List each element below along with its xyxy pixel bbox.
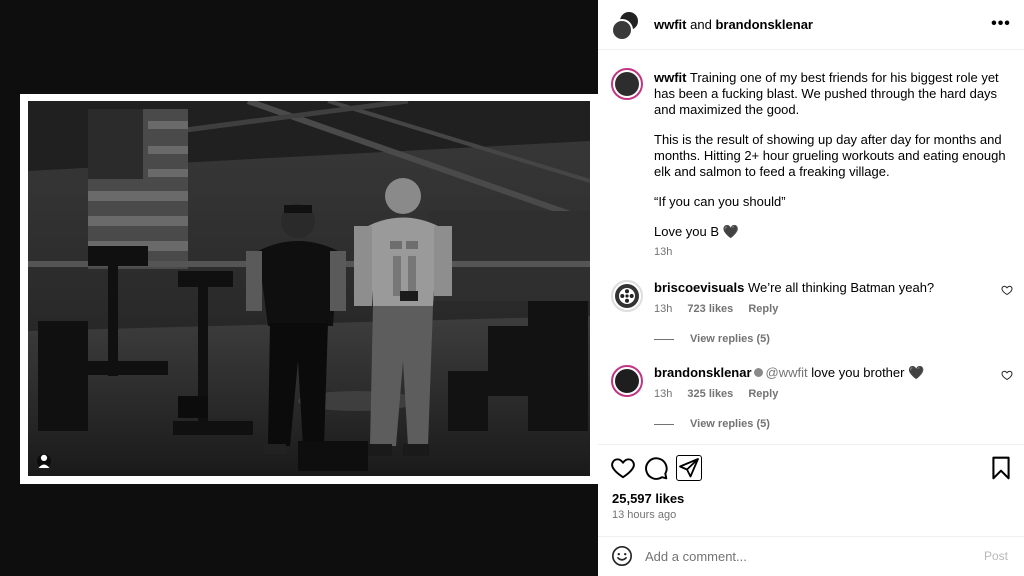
- comment-like-heart-icon[interactable]: [1001, 284, 1013, 296]
- more-horizontal-icon: •••: [991, 15, 1011, 32]
- post-panel: wwfit and brandonsklenar ••• wwfit Train…: [598, 0, 1024, 576]
- post-photo[interactable]: [28, 101, 590, 476]
- person-icon: [38, 454, 50, 468]
- caption-paragraph-4: Love you B 🖤: [654, 224, 739, 239]
- caption-text-1: Training one of my best friends for his …: [654, 70, 999, 117]
- replies-divider: [654, 423, 674, 425]
- avatar-brandonsklenar[interactable]: [611, 19, 633, 41]
- view-replies-button[interactable]: View replies (5): [654, 416, 770, 432]
- user-tag-icon[interactable]: [37, 454, 51, 468]
- comment-input[interactable]: [645, 544, 965, 568]
- likes-count[interactable]: 25,597 likes: [612, 491, 684, 506]
- comment-mention[interactable]: @wwfit: [766, 365, 808, 380]
- caption-avatar[interactable]: [611, 68, 643, 100]
- comment-meta: 13h 325 likes Reply: [654, 386, 790, 402]
- comment-like-heart-icon[interactable]: [1001, 369, 1013, 381]
- media-area: [0, 0, 598, 576]
- view-replies-button[interactable]: View replies (5): [654, 331, 770, 347]
- comment-text: briscoevisuals We’re all thinking Batman…: [654, 280, 984, 296]
- comment-time[interactable]: 13h: [654, 388, 672, 400]
- header-user2[interactable]: brandonsklenar: [715, 17, 813, 32]
- comment-icon[interactable]: [643, 455, 669, 481]
- comment-avatar[interactable]: [611, 280, 643, 312]
- comment-bar: Post: [598, 536, 1024, 576]
- comment-body: love you brother 🖤: [811, 365, 925, 380]
- comment-meta: 13h 723 likes Reply: [654, 301, 790, 317]
- reply-button[interactable]: Reply: [748, 388, 778, 400]
- reply-button[interactable]: Reply: [748, 303, 778, 315]
- collab-avatars[interactable]: [611, 11, 641, 41]
- gym-photo-illustration: [28, 101, 590, 476]
- view-replies-label: View replies (5): [690, 418, 770, 430]
- caption: wwfit Training one of my best friends fo…: [654, 70, 1014, 260]
- caption-username[interactable]: wwfit: [654, 70, 687, 85]
- comment-body: We’re all thinking Batman yeah?: [747, 280, 935, 295]
- post-viewer: wwfit and brandonsklenar ••• wwfit Train…: [0, 0, 1024, 576]
- header-joiner: and: [690, 17, 712, 32]
- caption-time[interactable]: 13h: [654, 244, 1014, 260]
- verified-badge-icon: [753, 368, 763, 377]
- flag: [88, 109, 188, 269]
- caption-paragraph-3: “If you can you should”: [654, 194, 786, 209]
- share-icon: [679, 458, 699, 478]
- comment-likes[interactable]: 723 likes: [687, 303, 733, 315]
- post-time[interactable]: 13 hours ago: [612, 509, 676, 521]
- comment-text: brandonsklenar @wwfit love you brother 🖤: [654, 365, 984, 381]
- post-header: wwfit and brandonsklenar •••: [598, 0, 1024, 50]
- header-usernames: wwfit and brandonsklenar: [654, 17, 813, 32]
- photo-frame: [20, 94, 598, 484]
- heart-icon[interactable]: [610, 455, 636, 481]
- more-options-button[interactable]: •••: [991, 13, 1011, 35]
- comment-avatar[interactable]: [611, 365, 643, 397]
- emoji-icon[interactable]: [611, 545, 633, 567]
- comment-time[interactable]: 13h: [654, 303, 672, 315]
- caption-paragraph-2: This is the result of showing up day aft…: [654, 132, 1006, 179]
- film-reel-icon: [619, 288, 635, 304]
- view-replies-label: View replies (5): [690, 333, 770, 345]
- replies-divider: [654, 338, 674, 340]
- header-user1[interactable]: wwfit: [654, 17, 687, 32]
- post-comment-button[interactable]: Post: [984, 549, 1008, 563]
- comment-username[interactable]: brandonsklenar: [654, 365, 752, 380]
- caption-paragraph-1: wwfit Training one of my best friends fo…: [654, 70, 1014, 118]
- comment-likes[interactable]: 325 likes: [687, 388, 733, 400]
- bookmark-icon[interactable]: [988, 455, 1014, 481]
- action-bar: [598, 444, 1024, 490]
- comment-username[interactable]: briscoevisuals: [654, 280, 744, 295]
- share-button[interactable]: [676, 455, 702, 481]
